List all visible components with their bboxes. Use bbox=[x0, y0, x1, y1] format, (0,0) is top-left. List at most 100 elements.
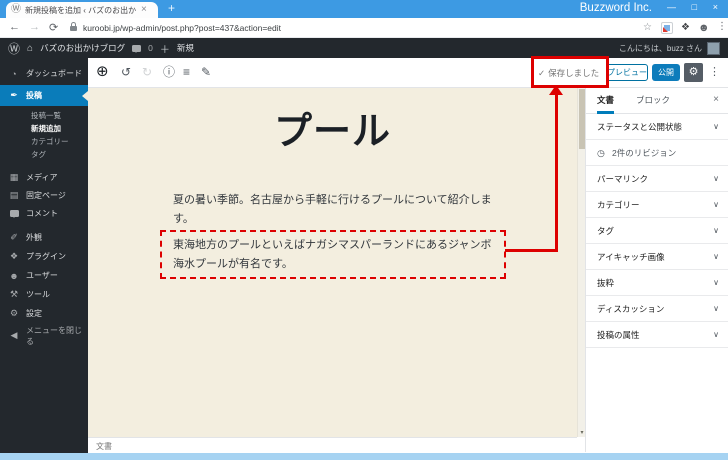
wp-admin-bar: Ⓦ ⌂ バズのお出かけブログ 0 ＋ 新規 こんにちは、buzz さん bbox=[0, 38, 728, 58]
new-content-link[interactable]: 新規 bbox=[177, 42, 194, 54]
tab-document[interactable]: 文書 bbox=[597, 88, 615, 114]
settings-icon: ⚙ bbox=[9, 308, 19, 318]
chevron-down-icon: ∨ bbox=[713, 330, 719, 339]
paragraph-line: 夏の暑い季節。名古屋から手軽に行けるプールについて紹介しま bbox=[173, 194, 492, 206]
panel-section-label: 投稿の属性 bbox=[597, 330, 640, 340]
site-name-link[interactable]: バズのお出かけブログ bbox=[40, 42, 125, 54]
sidebar-subitem-all-posts[interactable]: 投稿一覧 bbox=[0, 109, 88, 122]
panel-section-status[interactable]: ステータスと公開状態 ∨ bbox=[586, 114, 728, 140]
close-settings-icon[interactable]: × bbox=[713, 94, 719, 105]
paragraph-block[interactable]: 夏の暑い季節。名古屋から手軽に行けるプールについて紹介しま す。 bbox=[173, 191, 492, 229]
comments-bubble-icon[interactable] bbox=[132, 44, 142, 53]
chevron-down-icon: ∨ bbox=[713, 252, 719, 261]
sidebar-item-appearance[interactable]: ✐ 外観 bbox=[0, 228, 88, 247]
bookmark-star-icon[interactable]: ☆ bbox=[643, 22, 652, 33]
annotation-arrow-line-vertical bbox=[555, 95, 558, 251]
wp-admin-sidebar: ◔ ダッシュボード ✒ 投稿 投稿一覧 新規追加 カテゴリー タグ ▦ メディア… bbox=[0, 58, 88, 453]
undo-icon[interactable]: ↺ bbox=[121, 66, 131, 78]
back-icon[interactable]: ← bbox=[9, 21, 20, 33]
sidebar-item-label: プラグイン bbox=[26, 252, 66, 261]
tools-icon: ⚒ bbox=[9, 289, 19, 299]
sidebar-item-label: コメント bbox=[26, 209, 58, 218]
panel-section-excerpt[interactable]: 抜粋 ∨ bbox=[586, 270, 728, 296]
redo-icon[interactable]: ↻ bbox=[142, 66, 152, 78]
home-icon[interactable]: ⌂ bbox=[27, 43, 33, 54]
sidebar-subitem-categories[interactable]: カテゴリー bbox=[0, 135, 88, 148]
new-tab-button[interactable]: + bbox=[168, 1, 175, 15]
forward-icon[interactable]: → bbox=[29, 21, 40, 33]
content-info-icon[interactable]: ⓘ bbox=[163, 66, 175, 78]
publish-button[interactable]: 公開 bbox=[652, 64, 680, 81]
sidebar-item-plugins[interactable]: ❖ プラグイン bbox=[0, 247, 88, 266]
sidebar-item-posts[interactable]: ✒ 投稿 bbox=[0, 85, 88, 106]
window-maximize-button[interactable]: □ bbox=[692, 2, 697, 12]
browser-menu-icon[interactable]: ⋮ bbox=[717, 21, 727, 32]
annotation-dashed-box bbox=[160, 230, 506, 279]
lock-icon bbox=[70, 22, 77, 31]
screenshot-extension-icon[interactable] bbox=[661, 22, 673, 34]
wordpress-logo-icon[interactable]: Ⓦ bbox=[8, 40, 20, 57]
sidebar-item-label: 外観 bbox=[26, 233, 42, 242]
more-options-icon[interactable]: ⋮ bbox=[709, 65, 720, 78]
sidebar-item-comments[interactable]: コメント bbox=[0, 204, 88, 223]
window-close-button[interactable]: × bbox=[713, 2, 718, 12]
tab-block[interactable]: ブロック bbox=[636, 88, 670, 114]
avatar[interactable] bbox=[707, 41, 720, 55]
wordpress-favicon-icon: Ⓦ bbox=[11, 4, 21, 15]
media-icon: ▦ bbox=[9, 172, 19, 182]
chevron-down-icon: ∨ bbox=[713, 122, 719, 131]
window-minimize-button[interactable]: — bbox=[667, 2, 676, 12]
user-greeting[interactable]: こんにちは、buzz さん bbox=[619, 43, 702, 54]
edit-mode-icon[interactable]: ✎ bbox=[201, 66, 211, 78]
settings-tabs: 文書 ブロック × bbox=[586, 88, 728, 114]
comments-icon bbox=[8, 209, 20, 219]
chevron-down-icon: ∨ bbox=[713, 174, 719, 183]
tab-title: 新規投稿を追加 ‹ バズのお出かけブ bbox=[25, 5, 137, 15]
address-bar[interactable]: kuroobi.jp/wp-admin/post.php?post=437&ac… bbox=[83, 23, 281, 33]
browser-tab[interactable]: Ⓦ 新規投稿を追加 ‹ バズのお出かけブ × bbox=[6, 2, 158, 18]
panel-section-tags[interactable]: タグ ∨ bbox=[586, 218, 728, 244]
breadcrumb[interactable]: 文書 bbox=[96, 441, 112, 452]
sidebar-item-users[interactable]: ☻ ユーザー bbox=[0, 266, 88, 285]
browser-profile-icon[interactable]: ☻ bbox=[698, 22, 710, 34]
panel-section-featured-image[interactable]: アイキャッチ画像 ∨ bbox=[586, 244, 728, 270]
sidebar-item-dashboard[interactable]: ◔ ダッシュボード bbox=[0, 64, 88, 83]
sidebar-item-media[interactable]: ▦ メディア bbox=[0, 168, 88, 187]
panel-section-categories[interactable]: カテゴリー ∨ bbox=[586, 192, 728, 218]
sidebar-item-tools[interactable]: ⚒ ツール bbox=[0, 285, 88, 304]
sidebar-item-label: 固定ページ bbox=[26, 191, 66, 200]
panel-section-label: アイキャッチ画像 bbox=[597, 252, 665, 262]
sidebar-subitem-add-new[interactable]: 新規追加 bbox=[0, 122, 88, 135]
new-plus-icon[interactable]: ＋ bbox=[160, 41, 170, 56]
window-title: Buzzword Inc. bbox=[579, 2, 652, 14]
preview-button[interactable]: プレビュー bbox=[606, 64, 648, 81]
pin-icon: ✒ bbox=[10, 90, 18, 100]
pages-icon: ▤ bbox=[9, 190, 19, 200]
sidebar-item-label: ユーザー bbox=[26, 271, 58, 280]
settings-gear-button[interactable]: ⚙ bbox=[684, 63, 703, 82]
sidebar-item-label: ツール bbox=[26, 290, 50, 299]
sidebar-item-pages[interactable]: ▤ 固定ページ bbox=[0, 186, 88, 205]
panel-section-revisions[interactable]: ◷ 2件のリビジョン bbox=[586, 140, 728, 166]
sidebar-item-settings[interactable]: ⚙ 設定 bbox=[0, 304, 88, 323]
editor-toolbar: ⊕ ↺ ↻ ⓘ ≡ ✎ ✓ 保存しました プレビュー 公開 ⚙ ⋮ bbox=[88, 58, 728, 88]
extension-icon[interactable]: ❖ bbox=[681, 22, 690, 33]
panel-section-label: 抜粋 bbox=[597, 278, 615, 288]
panel-section-post-attributes[interactable]: 投稿の属性 ∨ bbox=[586, 322, 728, 348]
clock-icon: ◷ bbox=[597, 148, 605, 158]
post-title[interactable]: プール bbox=[88, 100, 577, 155]
editor-footer: 文書 bbox=[88, 437, 577, 453]
canvas-scrollbar[interactable]: ▾ bbox=[577, 88, 585, 437]
plugins-icon: ❖ bbox=[9, 251, 19, 261]
comments-count[interactable]: 0 bbox=[148, 43, 153, 53]
sidebar-item-collapse-menu[interactable]: ◀ メニューを閉じる bbox=[0, 326, 88, 346]
panel-section-permalink[interactable]: パーマリンク ∨ bbox=[586, 166, 728, 192]
appearance-icon: ✐ bbox=[10, 232, 18, 242]
block-inserter-icon[interactable]: ⊕ bbox=[96, 64, 109, 79]
tab-close-icon[interactable]: × bbox=[141, 5, 147, 15]
block-navigation-icon[interactable]: ≡ bbox=[183, 66, 190, 78]
reload-icon[interactable]: ⟳ bbox=[49, 21, 58, 34]
sidebar-subitem-tags[interactable]: タグ bbox=[0, 148, 88, 161]
panel-section-label: ディスカッション bbox=[597, 304, 665, 314]
panel-section-discussion[interactable]: ディスカッション ∨ bbox=[586, 296, 728, 322]
